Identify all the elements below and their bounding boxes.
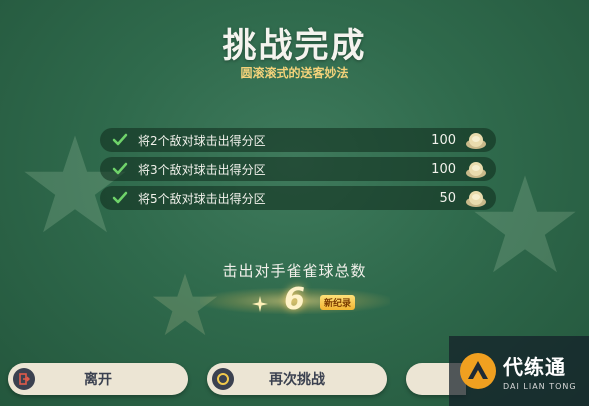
retry-button[interactable]: 再次挑战 [207, 363, 387, 395]
task-row: 将2个敌对球击出得分区 100 [100, 128, 496, 152]
leave-button[interactable]: 离开 [8, 363, 188, 395]
total-score: 6 [284, 282, 305, 317]
challenge-subtitle: 圆滚滚式的送客妙法 [240, 66, 349, 80]
task-label: 将2个敌对球击出得分区 [138, 133, 266, 148]
page-title: 挑战完成 [222, 26, 367, 66]
task-row: 将3个敌对球击出得分区 100 [100, 157, 496, 181]
exit-icon [13, 368, 35, 390]
check-icon [112, 191, 128, 204]
task-label: 将5个敌对球击出得分区 [138, 191, 266, 206]
reward-currency-icon [466, 191, 486, 207]
task-row: 将5个敌对球击出得分区 50 [100, 186, 496, 210]
confirm-circle-icon [212, 368, 234, 390]
retry-button-label: 再次挑战 [269, 372, 325, 388]
total-count-label: 击出对手雀雀球总数 [222, 262, 367, 280]
leave-button-label: 离开 [84, 372, 112, 388]
task-list: 将2个敌对球击出得分区 100 将3个敌对球击出得分区 100 将5个敌对球击出… [100, 128, 496, 215]
check-icon [112, 162, 128, 175]
watermark-name: 代练通 [503, 355, 566, 379]
reward-currency-icon [466, 162, 486, 178]
watermark-logo-icon [460, 353, 496, 389]
watermark-name-en: DAI LIAN TONG [503, 382, 577, 391]
check-icon [112, 133, 128, 146]
reward-value: 100 [431, 161, 456, 177]
reward-value: 100 [431, 132, 456, 148]
new-record-badge: 新纪录 [320, 295, 356, 310]
watermark: 代练通 DAI LIAN TONG [449, 336, 589, 406]
task-label: 将3个敌对球击出得分区 [138, 162, 266, 177]
reward-value: 50 [439, 190, 456, 206]
reward-currency-icon [466, 133, 486, 149]
